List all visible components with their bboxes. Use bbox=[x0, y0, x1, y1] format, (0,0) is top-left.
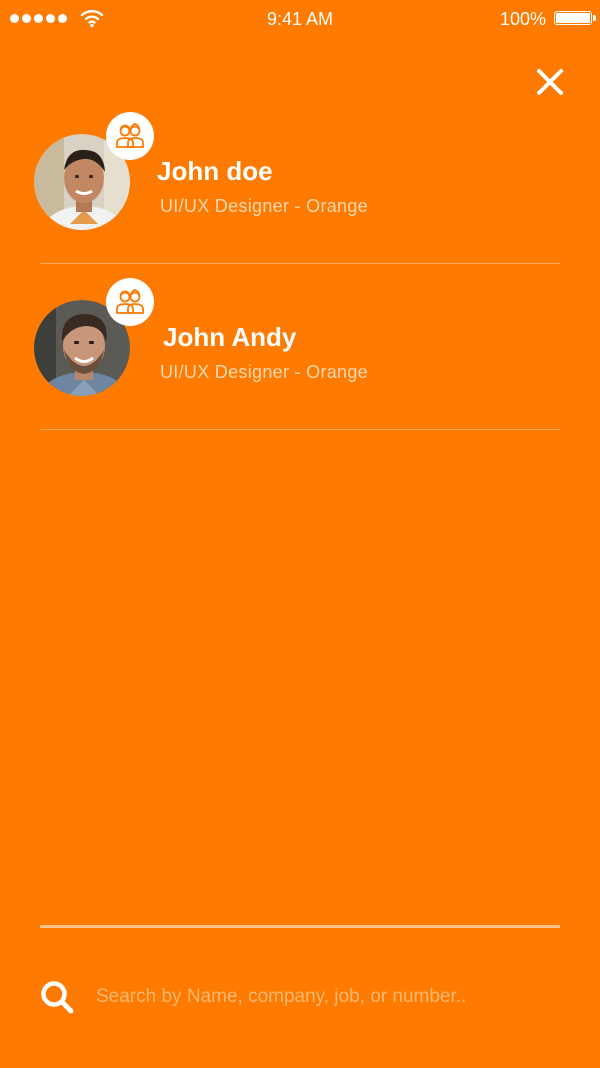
contacts-group-icon bbox=[116, 123, 144, 148]
status-bar: 9:41 AM 100% bbox=[0, 0, 600, 38]
divider bbox=[40, 263, 560, 264]
search-icon[interactable] bbox=[40, 980, 74, 1014]
contact-item-john-andy[interactable]: John Andy UI/UX Designer - Orange bbox=[0, 278, 600, 424]
contact-name: John doe bbox=[157, 156, 273, 186]
contact-name: John Andy bbox=[163, 322, 297, 352]
contacts-group-badge bbox=[106, 278, 154, 326]
contacts-group-badge bbox=[106, 112, 154, 160]
contacts-group-icon bbox=[116, 289, 144, 314]
divider bbox=[40, 429, 560, 430]
contact-avatar-wrapper bbox=[34, 278, 154, 396]
contact-role: UI/UX Designer - Orange bbox=[160, 362, 368, 382]
battery-percentage: 100% bbox=[499, 9, 546, 29]
search-divider bbox=[40, 925, 560, 928]
search-input[interactable] bbox=[96, 980, 566, 1014]
contact-item-john-doe[interactable]: John doe UI/UX Designer - Orange bbox=[0, 112, 600, 258]
close-icon[interactable] bbox=[535, 67, 565, 97]
battery-icon bbox=[554, 11, 596, 25]
contact-avatar-wrapper bbox=[34, 112, 154, 230]
contact-role: UI/UX Designer - Orange bbox=[160, 196, 368, 216]
